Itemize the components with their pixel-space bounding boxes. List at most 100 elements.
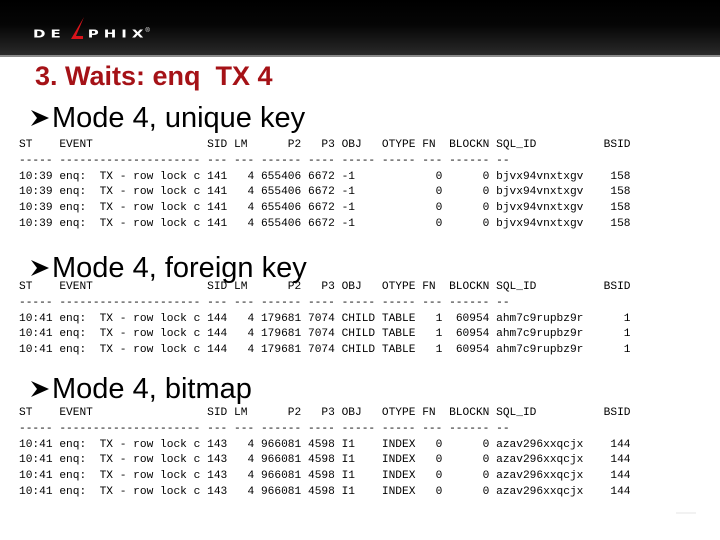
cell-lm: ---: [234, 296, 255, 309]
cell-sql-id: bjvx94vnxtxgv: [496, 186, 584, 199]
cell-otype: INDEX: [381, 454, 416, 467]
cell-bsid: 144: [610, 438, 631, 451]
cell-obj: CHILD: [341, 328, 376, 341]
cell-otype: OTYPE: [381, 407, 416, 419]
cell-fn: 1: [435, 344, 443, 357]
cell-lm: LM: [234, 281, 248, 293]
cell-bsid: BSID: [603, 281, 631, 293]
cell-p2: 966081: [260, 485, 302, 498]
table-row: 10:41 enq: TX - row lock c 144 4 179681 7074 C…: [19, 343, 631, 359]
cell-p2: ------: [260, 154, 302, 167]
cell-event: enq: TX - row lock c: [59, 170, 201, 183]
cell-otype: TABLE: [381, 344, 416, 357]
cell-event: enq: TX - row lock c: [59, 438, 201, 451]
cell-st: 10:41: [19, 312, 53, 325]
cell-p3: 7074: [307, 312, 335, 325]
cell-blockn: 0: [482, 170, 490, 183]
cell-event: enq: TX - row lock c: [59, 485, 201, 498]
table-row: 10:41 enq: TX - row lock c 143 4 966081 4598 I…: [19, 485, 631, 501]
cell-event: EVENT: [59, 139, 93, 151]
table-header-row: ST EVENT SID LM P2 P3 OBJ OTYPE FN BLOCKN SQL_ID BS…: [19, 406, 631, 422]
cell-st: 10:41: [19, 485, 53, 498]
cell-obj: CHILD: [341, 344, 376, 357]
cell-otype: INDEX: [381, 438, 416, 451]
cell-lm: 4: [247, 328, 255, 341]
cell-lm: 4: [247, 186, 255, 199]
cell-sid: ---: [207, 296, 228, 309]
cell-blockn: ------: [449, 154, 490, 167]
cell-bsid: 1: [623, 312, 631, 325]
cell-obj: -----: [341, 296, 376, 309]
cell-st: -----: [19, 296, 53, 309]
cell-otype: -----: [381, 422, 416, 435]
cell-blockn: 0: [482, 485, 490, 498]
cell-bsid: 144: [610, 470, 631, 483]
cell-bsid: 158: [610, 186, 631, 199]
cell-lm: ---: [234, 154, 255, 167]
cell-sid: ---: [207, 154, 228, 167]
cell-st: 10:39: [19, 217, 53, 230]
cell-st: ST: [19, 407, 33, 419]
cell-p2: 179681: [260, 328, 302, 341]
cell-st: ST: [19, 281, 33, 293]
cell-otype: -----: [381, 154, 416, 167]
cell-sql-id: SQL_ID: [496, 139, 537, 151]
cell-event: ---------------------: [59, 422, 201, 435]
cell-p2: 966081: [260, 470, 302, 483]
table-row: 10:41 enq: TX - row lock c 143 4 966081 4598 I…: [19, 438, 631, 454]
cell-sql-id: azav296xxqcjx: [496, 485, 584, 498]
table-separator-row: ----- --------------------- --- --- ------ --…: [19, 422, 631, 438]
delphix-logo: DE PHIX ®: [33, 17, 150, 46]
cell-blockn: 0: [482, 438, 490, 451]
cell-lm: LM: [234, 407, 248, 419]
cell-obj: OBJ: [341, 281, 362, 293]
cell-obj: -----: [341, 154, 376, 167]
cell-fn: 0: [435, 186, 443, 199]
cell-p2: 655406: [260, 217, 302, 230]
cell-sid: 143: [207, 485, 228, 498]
table-header-row: ST EVENT SID LM P2 P3 OBJ OTYPE FN BLOCKN SQL_ID BS…: [19, 280, 631, 296]
cell-otype: OTYPE: [381, 281, 416, 293]
cell-otype: -----: [381, 296, 416, 309]
cell-obj: -1: [341, 217, 355, 230]
cell-event: EVENT: [59, 407, 93, 419]
footer-mark: [676, 512, 696, 514]
cell-fn: ---: [422, 154, 443, 167]
cell-fn: 0: [435, 485, 443, 498]
cell-sql-id: ahm7c9rupbz9r: [496, 344, 584, 357]
slide-title: 3. Waits: enq TX 4: [35, 61, 273, 91]
cell-lm: 4: [247, 344, 255, 357]
cell-obj: OBJ: [341, 139, 362, 151]
cell-fn: FN: [422, 407, 436, 419]
cell-blockn: 0: [482, 217, 490, 230]
cell-blockn: 60954: [455, 328, 490, 341]
cell-fn: ---: [422, 422, 443, 435]
cell-p2: P2: [287, 281, 302, 293]
cell-blockn: 0: [482, 202, 490, 215]
cell-obj: I1: [341, 470, 355, 483]
cell-p2: 179681: [260, 312, 302, 325]
cell-obj: -1: [341, 186, 355, 199]
cell-p3: P3: [321, 281, 335, 293]
section-heading-unique-key: Mode 4, unique key: [30, 101, 305, 135]
cell-lm: 4: [247, 438, 255, 451]
header-banner: DE PHIX ®: [0, 0, 720, 57]
cell-event: enq: TX - row lock c: [59, 217, 201, 230]
cell-sid: 141: [207, 186, 228, 199]
cell-st: 10:41: [19, 344, 53, 357]
cell-sql-id: bjvx94vnxtxgv: [496, 170, 584, 183]
cell-st: -----: [19, 422, 53, 435]
logo-accent-icon: [70, 17, 84, 39]
cell-p2: 655406: [260, 170, 302, 183]
cell-st: 10:39: [19, 170, 53, 183]
cell-sid: 144: [207, 328, 228, 341]
cell-bsid: BSID: [603, 139, 631, 151]
cell-fn: 0: [435, 470, 443, 483]
cell-p3: 6672: [307, 170, 335, 183]
cell-p3: ----: [307, 296, 335, 309]
cell-sid: 143: [207, 438, 228, 451]
cell-fn: 0: [435, 202, 443, 215]
table-separator-row: ----- --------------------- --- --- ------ --…: [19, 296, 631, 312]
cell-bsid: 144: [610, 454, 631, 467]
cell-p3: 4598: [307, 438, 335, 451]
